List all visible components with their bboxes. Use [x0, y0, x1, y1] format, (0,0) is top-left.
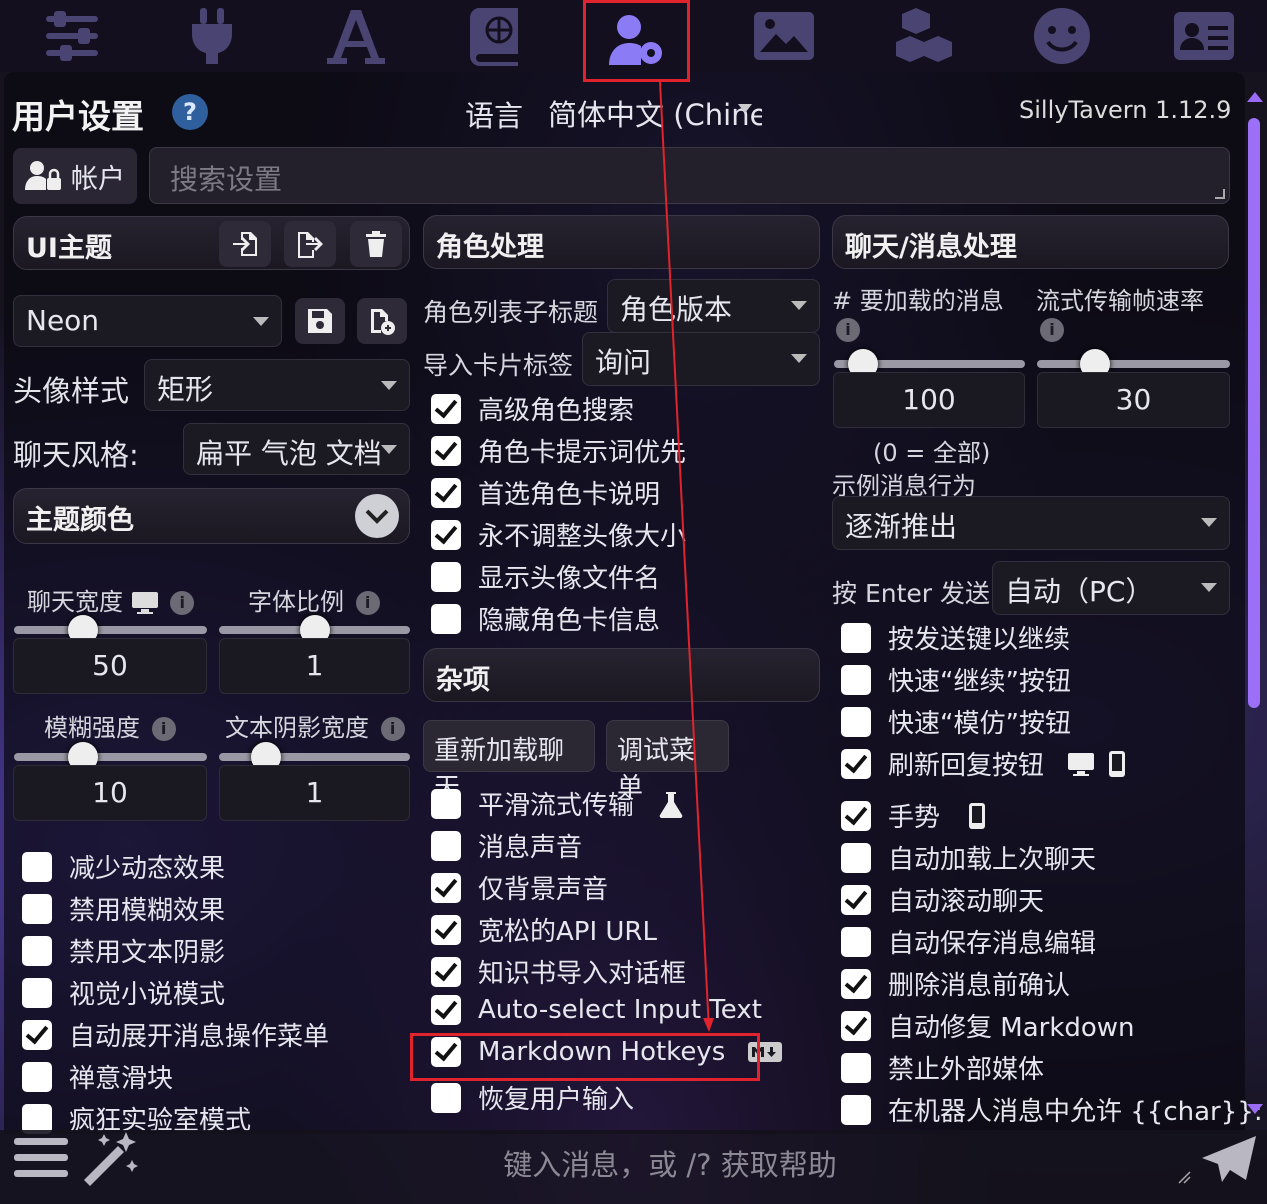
annotation-arrow: [659, 81, 714, 1032]
